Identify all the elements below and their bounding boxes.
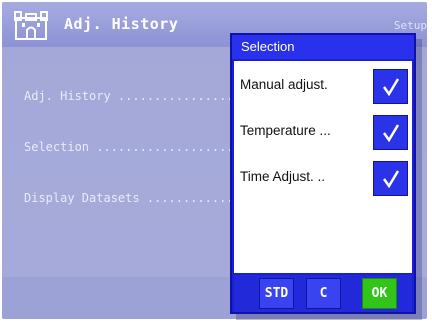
dialog-body: Manual adjust. Temperature ... Time Adju… — [234, 61, 412, 273]
checkmark-icon — [382, 123, 399, 142]
dialog-title: Selection — [241, 39, 295, 54]
temperature-checkbox[interactable] — [373, 115, 408, 150]
time-adjust-checkbox[interactable] — [373, 161, 408, 196]
option-label: Temperature ... — [240, 123, 331, 138]
option-row-manual-adjust: Manual adjust. — [234, 69, 412, 105]
std-button[interactable]: STD — [259, 278, 294, 309]
manual-adjust-checkbox[interactable] — [373, 69, 408, 104]
window-title: Adj. History — [64, 15, 179, 33]
selection-dialog: Selection Manual adjust. Temperature ... — [230, 33, 416, 314]
dialog-footer: STD C OK — [234, 275, 412, 312]
dialog-header: Selection — [232, 35, 414, 59]
device-bezel: Adj. History Setup Adj. History ........… — [0, 0, 432, 324]
option-row-time-adjust: Time Adjust. .. — [234, 161, 412, 197]
title-right-partial: Setup — [393, 19, 427, 32]
option-label: Time Adjust. .. — [240, 169, 326, 184]
c-button[interactable]: C — [306, 278, 341, 309]
castle-icon[interactable] — [14, 10, 48, 40]
checkmark-icon — [382, 169, 399, 188]
ok-button[interactable]: OK — [362, 278, 397, 309]
option-label: Manual adjust. — [240, 77, 328, 92]
checkmark-icon — [382, 77, 399, 96]
option-row-temperature: Temperature ... — [234, 115, 412, 151]
